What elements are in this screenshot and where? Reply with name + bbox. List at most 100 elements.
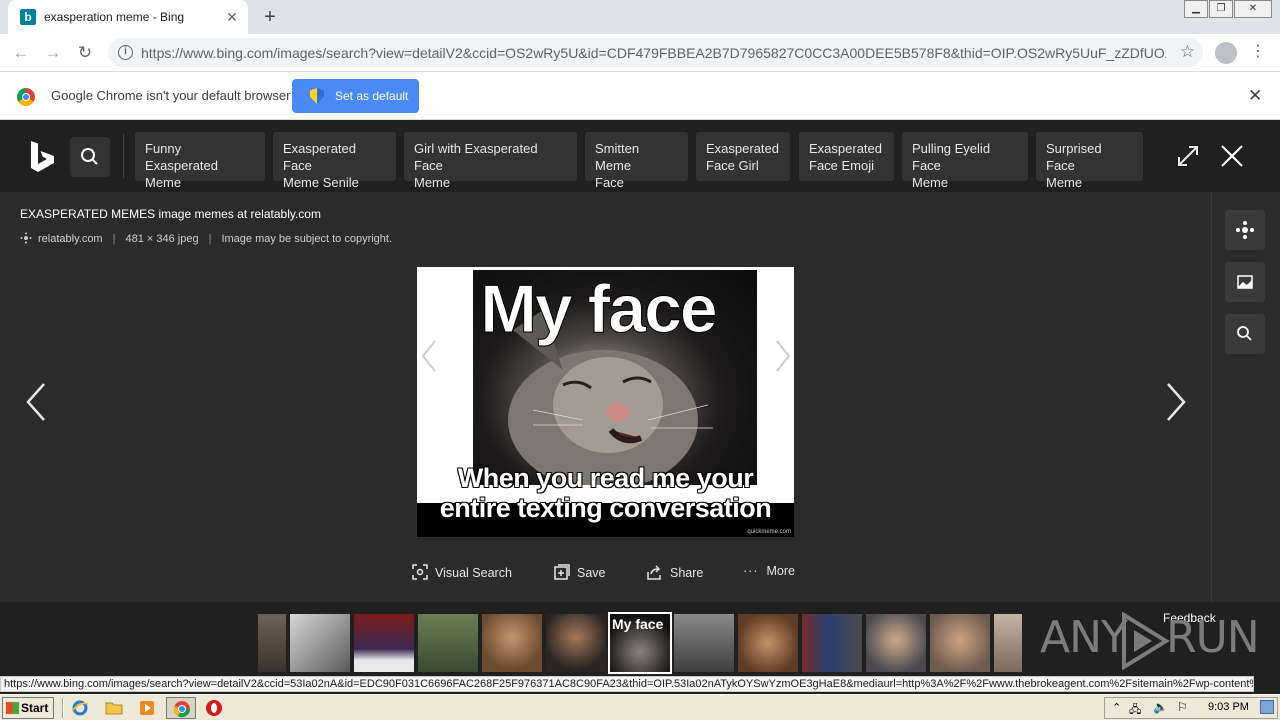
watermark-run: RUN [1166, 612, 1260, 663]
chip-line2: Face Emoji [809, 158, 875, 173]
forward-icon[interactable]: → [42, 42, 64, 64]
image-sizes-button[interactable] [1225, 262, 1265, 302]
close-viewer-icon[interactable] [1220, 144, 1244, 168]
minimize-icon[interactable]: ▁ [1184, 0, 1208, 18]
chip-line2: Meme [414, 175, 451, 190]
anyrun-watermark: ANY RUN [1040, 610, 1260, 670]
expand-icon[interactable] [1176, 144, 1200, 168]
ie-icon[interactable] [71, 699, 89, 717]
clock[interactable]: 9:03 PM [1208, 701, 1249, 713]
thumbnail[interactable] [258, 614, 286, 672]
search-icon [81, 148, 98, 165]
related-search-chip[interactable]: Exasperated Face Girl [696, 132, 790, 181]
bookmark-star-icon[interactable]: ☆ [1180, 42, 1195, 62]
tray-expand-icon[interactable]: ⌃ [1112, 701, 1121, 714]
previous-image-icon[interactable] [22, 380, 52, 424]
inner-next-icon[interactable] [773, 339, 793, 373]
thumbnail[interactable] [290, 614, 350, 672]
visual-search-button[interactable]: Visual Search [412, 564, 512, 580]
window-close-icon[interactable]: ✕ [1234, 0, 1272, 18]
related-pages-button[interactable] [1225, 210, 1265, 250]
thumbnail[interactable] [418, 614, 478, 672]
set-default-button[interactable]: Set as default [292, 79, 419, 113]
meme-bottom-text: When you read me your entire texting con… [417, 463, 794, 523]
tab-strip: b exasperation meme - Bing ✕ + ▁ ❐ ✕ [0, 0, 1280, 34]
chip-line2: Meme Senile [283, 175, 359, 190]
chip-line2: Meme [1046, 175, 1083, 190]
thumbnail[interactable] [482, 614, 542, 672]
thumbnail[interactable] [802, 614, 862, 672]
main-image[interactable]: My face When you read me your entire tex… [417, 267, 794, 537]
media-player-icon[interactable] [138, 699, 156, 717]
url-text[interactable]: https://www.bing.com/images/search?view=… [141, 45, 1166, 61]
action-center-flag-icon[interactable]: ⚐ [1177, 700, 1188, 714]
thumbnail[interactable] [546, 614, 606, 672]
related-search-chip[interactable]: Exasperated Face Meme Senile [273, 132, 396, 190]
inner-previous-icon[interactable] [419, 339, 439, 373]
back-icon[interactable]: ← [10, 42, 32, 64]
infobar-close-icon[interactable]: ✕ [1248, 86, 1262, 106]
image-viewer: EXASPERATED MEMES image memes at relatab… [0, 192, 1280, 602]
thumbnail[interactable] [994, 614, 1022, 672]
visual-search-label: Visual Search [435, 566, 512, 580]
related-search-chip[interactable]: Girl with Exasperated Face Meme [404, 132, 577, 190]
thumbnail[interactable] [738, 614, 798, 672]
image-title[interactable]: EXASPERATED MEMES image memes at relatab… [20, 207, 321, 221]
chip-line1: Exasperated [706, 141, 779, 156]
chip-line1: Funny Exasperated [145, 141, 218, 173]
share-label: Share [670, 566, 704, 580]
related-search-chip[interactable]: Pulling Eyelid Face Meme [902, 132, 1028, 190]
thumbnail-strip: My face Feedback ANY RUN [0, 602, 1280, 674]
chip-line1: Exasperated Face [283, 141, 356, 173]
share-icon [647, 565, 661, 580]
search-button[interactable] [70, 137, 110, 177]
chip-line1: Smitten Meme [595, 141, 640, 173]
thumbnail[interactable] [354, 614, 414, 672]
site-info-icon[interactable]: i [118, 45, 133, 60]
chrome-taskbar-button[interactable] [166, 697, 196, 719]
reload-icon[interactable]: ↻ [74, 42, 96, 64]
copyright-notice: Image may be subject to copyright. [221, 233, 393, 245]
more-dots-icon: ··· [743, 564, 759, 578]
meme-bottom-line1: When you read me your [457, 463, 754, 493]
share-button[interactable]: Share [647, 564, 703, 580]
thumbnail[interactable] [866, 614, 926, 672]
visual-search-icon [412, 564, 428, 580]
search-similar-button[interactable] [1225, 314, 1265, 354]
meme-watermark: quickmeme.com [747, 529, 791, 535]
bing-header: Funny Exasperated Meme Exasperated Face … [0, 120, 1280, 192]
profile-avatar-icon[interactable] [1215, 42, 1237, 64]
related-search-chip[interactable]: Exasperated Face Emoji [799, 132, 894, 181]
related-search-chip[interactable]: Smitten Meme Face [585, 132, 688, 190]
thumbnail[interactable] [930, 614, 990, 672]
network-icon[interactable]: 🖧 [1129, 701, 1141, 720]
chrome-logo-icon [17, 88, 35, 106]
chip-line2: Meme [912, 175, 949, 190]
address-bar[interactable]: i https://www.bing.com/images/search?vie… [108, 38, 1203, 67]
infobar-message: Google Chrome isn't your default browser [51, 88, 291, 103]
save-icon [554, 564, 570, 580]
browser-menu-icon[interactable]: ⋮ [1250, 41, 1266, 61]
bing-logo-icon[interactable] [30, 140, 56, 173]
image-icon [1237, 275, 1253, 289]
opera-icon[interactable] [205, 699, 223, 717]
screen: b exasperation meme - Bing ✕ + ▁ ❐ ✕ ← →… [0, 0, 1280, 720]
related-search-chip[interactable]: Funny Exasperated Meme [135, 132, 265, 190]
folder-icon[interactable] [105, 699, 123, 717]
new-tab-icon[interactable]: + [258, 6, 282, 28]
play-logo-icon [1122, 612, 1170, 670]
show-desktop-icon[interactable] [1260, 700, 1274, 714]
tab-bing[interactable]: b exasperation meme - Bing ✕ [8, 0, 248, 34]
next-image-icon[interactable] [1160, 380, 1190, 424]
volume-icon[interactable]: 🔈 [1153, 700, 1168, 714]
thumbnail[interactable] [674, 614, 734, 672]
related-search-chip[interactable]: Surprised Face Meme [1036, 132, 1143, 190]
start-button[interactable]: Start [2, 697, 54, 719]
meme-bottom-line2: entire texting conversation [439, 493, 772, 523]
restore-icon[interactable]: ❐ [1209, 0, 1233, 18]
image-source[interactable]: relatably.com [38, 233, 103, 245]
tab-close-icon[interactable]: ✕ [224, 9, 240, 25]
thumbnail-selected[interactable]: My face [608, 612, 672, 674]
save-button[interactable]: Save [554, 564, 606, 580]
more-button[interactable]: ··· More [743, 564, 795, 578]
